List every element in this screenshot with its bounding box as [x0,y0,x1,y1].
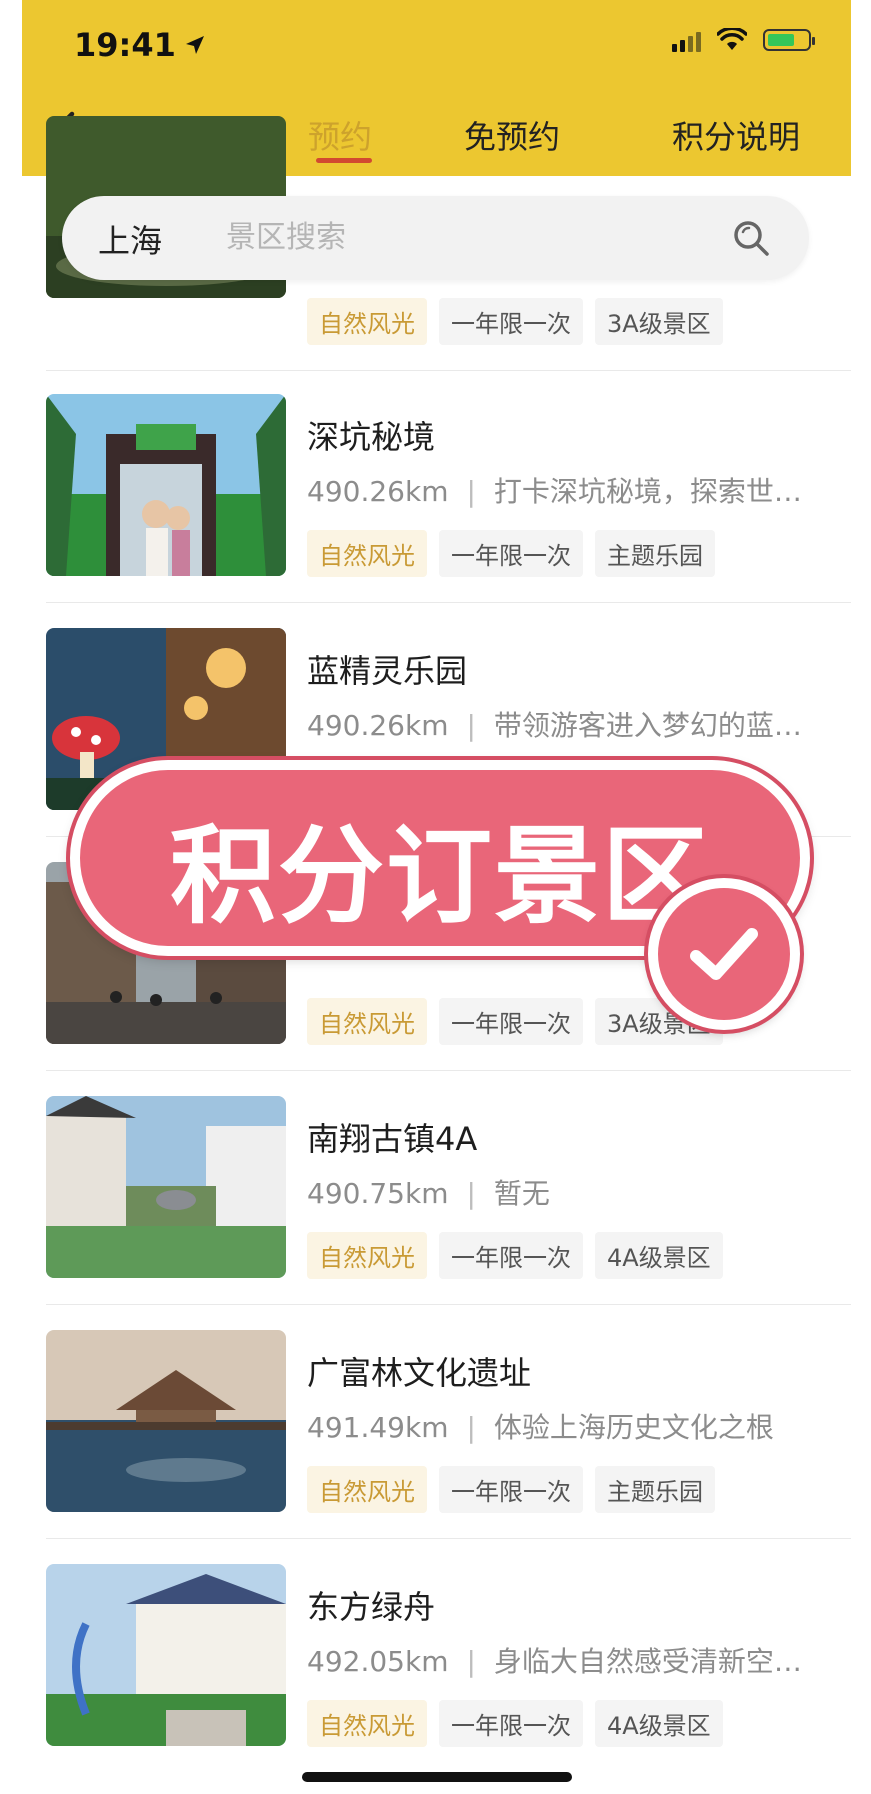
divider [46,1304,851,1305]
distance: 490.75km [307,1177,449,1210]
city-selector[interactable]: 上海 [98,216,162,262]
distance: 490.26km [307,475,449,508]
search-bar: 上海 [62,196,809,280]
divider [46,1070,851,1071]
tag: 一年限一次 [439,530,583,577]
attraction-thumbnail [46,1564,286,1746]
tag: 一年限一次 [439,298,583,345]
battery-icon [763,29,815,51]
tag-list: 自然风光 一年限一次 3A级景区 [307,298,723,345]
checkmark-badge [648,878,800,1030]
tag-list: 自然风光 一年限一次 4A级景区 [307,1232,723,1279]
wifi-icon [717,28,747,50]
divider [46,370,851,371]
attraction-meta: 492.05km | 身临大自然感受清新空… [307,1645,802,1678]
attraction-thumbnail [46,394,286,576]
attraction-meta: 490.26km | 打卡深坑秘境，探索世… [307,475,802,508]
status-time: 19:41 [74,26,206,64]
attraction-title: 南翔古镇4A [307,1120,478,1158]
description: 暂无 [493,1177,550,1210]
tab-reserve[interactable]: 预约 [308,112,372,158]
attraction-meta: 490.75km | 暂无 [307,1177,550,1210]
description: 打卡深坑秘境，探索世… [493,475,802,508]
tag: 自然风光 [307,1700,427,1747]
list-item[interactable]: 广富林文化遗址 491.49km | 体验上海历史文化之根 自然风光 一年限一次 主… [22,1330,851,1562]
tag: 自然风光 [307,298,427,345]
tag: 4A级景区 [595,1232,723,1279]
left-edge [0,0,22,1794]
tab-no-reserve[interactable]: 免预约 [464,112,560,158]
tag: 自然风光 [307,530,427,577]
attraction-title: 深坑秘境 [307,418,436,456]
tag: 一年限一次 [439,1700,583,1747]
list-item[interactable]: 东方绿舟 492.05km | 身临大自然感受清新空… 自然风光 一年限一次 4A级… [22,1564,851,1794]
tag: 主题乐园 [595,1466,715,1513]
promo-stamp-text: 积分订景区 [170,815,710,938]
tag: 自然风光 [307,1232,427,1279]
active-tab-indicator [316,158,372,163]
description: 带领游客进入梦幻的蓝… [493,709,802,742]
tag-list: 自然风光 一年限一次 主题乐园 [307,530,715,577]
attraction-title: 东方绿舟 [307,1588,436,1626]
status-icons [672,28,815,52]
tab-points-info[interactable]: 积分说明 [672,112,800,158]
description: 体验上海历史文化之根 [493,1411,774,1444]
tag: 自然风光 [307,998,427,1045]
tag: 一年限一次 [439,998,583,1045]
checkmark-icon [690,928,758,980]
search-input[interactable] [224,214,668,260]
tag: 4A级景区 [595,1700,723,1747]
home-indicator [302,1772,572,1782]
location-arrow-icon [185,36,204,54]
tag: 一年限一次 [439,1232,583,1279]
tag: 3A级景区 [595,298,723,345]
distance: 491.49km [307,1411,449,1444]
list-item[interactable]: 深坑秘境 490.26km | 打卡深坑秘境，探索世… 自然风光 一年限一次 主题乐… [22,394,851,626]
attraction-thumbnail [46,1096,286,1278]
divider [46,602,851,603]
search-button[interactable] [729,216,773,260]
signal-icon [672,28,701,52]
tag: 主题乐园 [595,530,715,577]
right-edge [851,0,871,1794]
divider [46,1538,851,1539]
distance: 492.05km [307,1645,449,1678]
time-label: 19:41 [74,26,176,64]
distance: 490.26km [307,709,449,742]
list-item[interactable]: 南翔古镇4A 490.75km | 暂无 自然风光 一年限一次 4A级景区 [22,1096,851,1328]
attraction-title: 广富林文化遗址 [307,1354,532,1392]
tag: 自然风光 [307,1466,427,1513]
attraction-thumbnail [46,1330,286,1512]
search-icon [734,221,769,256]
attraction-meta: 491.49km | 体验上海历史文化之根 [307,1411,774,1444]
tag-list: 自然风光 一年限一次 3A级景区 [307,998,723,1045]
tag-list: 自然风光 一年限一次 4A级景区 [307,1700,723,1747]
phone-screen: 19:41 预约 免预约 积分说明 自然风光 一年限一次 3A级景区 深坑秘境 … [22,0,851,1794]
tag: 一年限一次 [439,1466,583,1513]
attraction-title: 蓝精灵乐园 [307,652,468,690]
description: 身临大自然感受清新空… [493,1645,802,1678]
attraction-meta: 490.26km | 带领游客进入梦幻的蓝… [307,709,802,742]
tag-list: 自然风光 一年限一次 主题乐园 [307,1466,715,1513]
